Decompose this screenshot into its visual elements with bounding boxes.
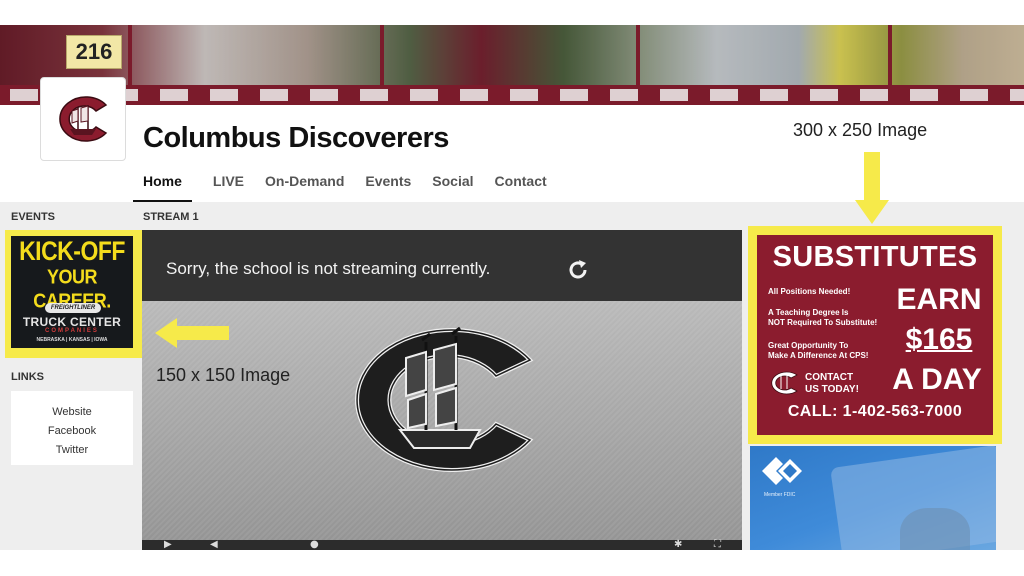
banner-bib-number: 216: [66, 35, 122, 69]
ad-line-opportunity-1: Great Opportunity To: [768, 341, 849, 350]
ad-contact-line-2: US TODAY!: [805, 384, 859, 395]
school-logo[interactable]: [40, 77, 126, 161]
reload-icon[interactable]: [566, 258, 590, 282]
ad-line-degree-1: A Teaching Degree Is: [768, 308, 849, 317]
ad-line-degree-2: NOT Required To Substitute!: [768, 318, 878, 327]
bank-ad-banner[interactable]: Member FDIC: [750, 446, 996, 550]
ad-call-number: CALL: 1-402-563-7000: [787, 403, 963, 420]
banner-frame-divider: [888, 25, 892, 85]
link-twitter[interactable]: Twitter: [11, 441, 133, 460]
ad-headline: SUBSTITUTES: [772, 241, 978, 273]
player-controls: ▶ ◀ ● ✱ ⛶: [142, 540, 742, 550]
header-banner-image: 216: [0, 25, 1024, 105]
page-title: Columbus Discoverers: [143, 122, 449, 154]
links-section-label: LINKS: [11, 371, 44, 383]
event-ad-states: NEBRASKA | KANSAS | IOWA: [36, 337, 108, 343]
ad-line-opportunity-2: Make A Difference At CPS!: [768, 351, 869, 360]
ad-price: $165: [905, 323, 973, 356]
substitutes-ad-banner[interactable]: SUBSTITUTES All Positions Needed! A Teac…: [757, 235, 993, 435]
large-image-annotation: 300 x 250 Image: [793, 120, 928, 140]
nav-item-on-demand[interactable]: On-Demand: [265, 172, 344, 202]
link-facebook[interactable]: Facebook: [11, 422, 133, 441]
main-nav: Home LIVE On-Demand Events Social Contac…: [133, 172, 568, 202]
links-list: Website Facebook Twitter: [11, 391, 133, 465]
nav-item-contact[interactable]: Contact: [495, 172, 547, 202]
progress-knob-icon[interactable]: ●: [310, 540, 320, 550]
nav-item-live[interactable]: LIVE: [213, 172, 244, 202]
bank-fdic-label: Member FDIC: [764, 492, 796, 498]
fullscreen-icon[interactable]: ⛶: [714, 540, 724, 550]
event-ad-brand-sub: COMPANIES: [45, 328, 99, 334]
event-ad-headline: KICK-OFF: [19, 235, 125, 266]
columbus-c-logo-icon: [771, 371, 798, 395]
event-ad-brand: TRUCK CENTER: [22, 315, 122, 329]
events-section-label: EVENTS: [11, 211, 56, 223]
play-icon[interactable]: ▶: [164, 540, 174, 550]
banner-frame-divider: [380, 25, 384, 85]
settings-icon[interactable]: ✱: [674, 540, 684, 550]
banner-frame-divider: [636, 25, 640, 85]
video-player[interactable]: Sorry, the school is not streaming curre…: [142, 230, 742, 550]
ad-earn: EARN: [896, 283, 982, 316]
nav-item-events[interactable]: Events: [365, 172, 411, 202]
ad-line-positions: All Positions Needed!: [768, 287, 851, 296]
event-ad-brand-pill: FREIGHTLINER: [45, 303, 101, 313]
left-arrow-icon: [155, 318, 229, 348]
down-arrow-icon: [855, 152, 889, 224]
stream-label: STREAM 1: [143, 211, 199, 223]
page: 216 Columbus Discoverers Home LIVE On-De…: [0, 0, 1024, 576]
ad-contact: CONTACT US TODAY!: [805, 372, 859, 396]
ad-contact-line-1: CONTACT: [805, 372, 854, 383]
stream-offline-banner: Sorry, the school is not streaming curre…: [142, 230, 742, 301]
volume-icon[interactable]: ◀: [210, 540, 220, 550]
columbus-c-logo-icon: [355, 326, 534, 472]
small-image-annotation: 150 x 150 Image: [156, 365, 291, 385]
ad-per-day: A DAY: [892, 363, 982, 396]
event-ad-banner[interactable]: KICK-OFF YOUR CAREER. FREIGHTLINER TRUCK…: [11, 236, 133, 348]
banner-frame-divider: [128, 25, 132, 85]
nav-item-social[interactable]: Social: [432, 172, 473, 202]
nav-item-home[interactable]: Home: [133, 172, 192, 202]
bank-logo-icon: [762, 457, 802, 485]
banner-film-holes: [0, 89, 1024, 101]
link-website[interactable]: Website: [11, 403, 133, 422]
stream-offline-message: Sorry, the school is not streaming curre…: [166, 259, 491, 278]
hand-graphic: [900, 508, 970, 550]
columbus-c-logo-icon: [59, 96, 108, 142]
